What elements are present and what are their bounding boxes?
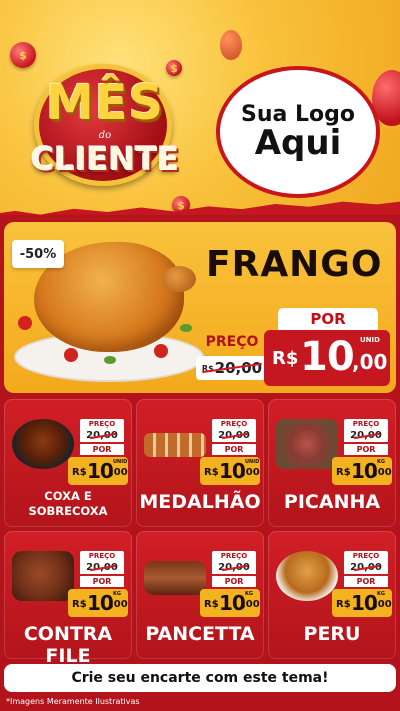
price-tag: R$ 10 UNID ,00	[68, 457, 128, 485]
product-name: CONTRA FILE	[23, 623, 113, 667]
preco-label: PREÇO	[80, 419, 124, 429]
featured-product-name: FRANGO	[206, 244, 383, 285]
product-name: PERU	[303, 623, 361, 645]
price-integer: 10	[300, 334, 355, 380]
old-price: 20,00	[212, 561, 256, 574]
product-card-contra-file[interactable]: PREÇO 20,00 POR R$10KG,00 CONTRA FILE	[4, 531, 132, 667]
cta-button[interactable]: Crie seu encarte com este tema!	[4, 664, 396, 692]
preco-label: PREÇO	[344, 551, 388, 561]
price-tag: R$ 10 KG ,00	[332, 589, 392, 617]
old-price: 20,00	[344, 561, 388, 574]
price-currency: R$	[272, 348, 299, 369]
product-card-picanha[interactable]: PREÇO 20,00 POR R$10KG,00 PICANHA	[268, 399, 396, 527]
discount-badge: -50%	[12, 240, 64, 268]
por-label: POR	[212, 444, 256, 455]
herb-decoration	[180, 324, 192, 332]
herb-decoration	[104, 356, 116, 364]
preco-label: PREÇO	[80, 551, 124, 561]
old-price: 20,00	[80, 429, 124, 442]
price-unit: UNID	[360, 336, 380, 344]
por-label: POR	[80, 444, 124, 455]
peru-image	[276, 551, 338, 601]
logo-line-2: Aqui	[254, 122, 342, 163]
medalhao-skewers-image	[144, 433, 206, 457]
product-card-peru[interactable]: PREÇO 20,00 POR R$10KG,00 PERU	[268, 531, 396, 659]
price-tag: R$ 10 UNID ,00	[200, 457, 260, 485]
picanha-board-image	[276, 419, 338, 469]
contra-file-image	[12, 551, 74, 601]
product-card-coxa[interactable]: PREÇO 20,00 POR R$10UNID,00 COXA E SOBRE…	[4, 399, 132, 527]
preco-label: PREÇO	[212, 551, 256, 561]
por-label: POR	[344, 576, 388, 587]
footnote-disclaimer: *Imagens Meramente Ilustrativas	[6, 697, 140, 706]
pancetta-image	[144, 561, 206, 595]
chicken-leg-image	[162, 266, 196, 292]
tomato-decoration	[154, 344, 168, 358]
price-cents: ,00	[352, 350, 388, 374]
old-price: 20,00	[344, 429, 388, 442]
mes-do-cliente-badge: MÊS do CLIENTE	[20, 60, 188, 190]
featured-old-price: R$ 20,00	[196, 356, 268, 380]
old-price: 20,00	[80, 561, 124, 574]
tomato-decoration	[18, 316, 32, 330]
por-label: POR	[80, 576, 124, 587]
tomato-decoration	[64, 348, 78, 362]
featured-preco-label: PREÇO	[205, 334, 259, 350]
price-tag: R$ 10 KG ,00	[332, 457, 392, 485]
logo-placeholder[interactable]: Sua Logo Aqui	[216, 66, 380, 198]
featured-price-tag: R$ 10 UNID ,00	[264, 330, 390, 386]
por-label: POR	[344, 444, 388, 455]
product-name: MEDALHÃO	[139, 491, 261, 513]
product-card-medalhao[interactable]: PREÇO 20,00 POR R$10UNID,00 MEDALHÃO	[136, 399, 264, 527]
preco-label: PREÇO	[344, 419, 388, 429]
price-tag: R$ 10 KG ,00	[200, 589, 260, 617]
badge-mes-text: MÊS	[45, 75, 165, 131]
old-price: 20,00	[212, 429, 256, 442]
product-name: COXA E SOBRECOXA	[28, 489, 108, 518]
por-label: POR	[212, 576, 256, 587]
badge-cliente-text: CLIENTE	[30, 140, 180, 178]
price-tag: R$ 10 KG ,00	[68, 589, 128, 617]
product-name: PANCETTA	[145, 623, 255, 645]
torn-paper-edge	[0, 192, 400, 215]
product-card-pancetta[interactable]: PREÇO 20,00 POR R$10KG,00 PANCETTA	[136, 531, 264, 659]
featured-por-label: POR	[278, 308, 378, 330]
header-banner: $ $ $ MÊS do CLIENTE Sua Logo Aqui	[0, 0, 400, 215]
product-name: PICANHA	[283, 491, 381, 513]
preco-label: PREÇO	[212, 419, 256, 429]
coxa-dish-image	[12, 419, 74, 469]
balloon-decoration	[220, 30, 242, 60]
